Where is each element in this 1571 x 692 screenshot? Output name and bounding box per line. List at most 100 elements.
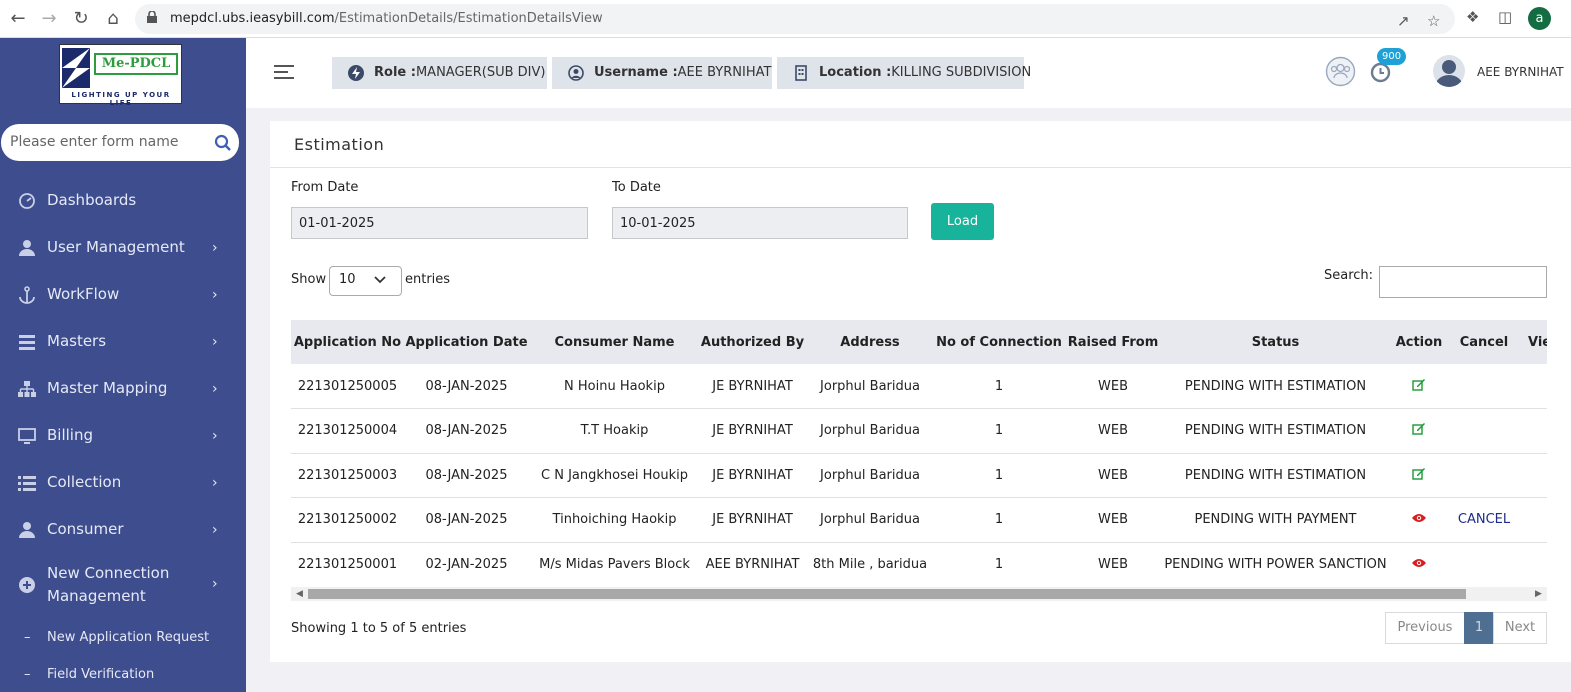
entries-select[interactable]: 10	[329, 266, 402, 296]
sidebar-item-collection[interactable]: Collection ›	[0, 463, 246, 503]
no-of-connection: 1	[935, 364, 1063, 409]
column-header[interactable]: Application Date	[404, 320, 529, 364]
scroll-left-icon[interactable]: ◀	[296, 587, 303, 601]
sidebar-item-consumer[interactable]: Consumer ›	[0, 510, 246, 550]
chevron-right-icon: ›	[212, 240, 218, 256]
pagination-page-1[interactable]: 1	[1464, 612, 1494, 644]
sidebar-item-label: User Management	[47, 238, 185, 256]
user-icon	[19, 522, 35, 538]
header-user-name[interactable]: AEE BYRNIHAT	[1477, 65, 1564, 79]
status: PENDING WITH ESTIMATION	[1163, 364, 1388, 409]
sidebar-item-masters[interactable]: Masters ›	[0, 322, 246, 362]
status: PENDING WITH POWER SANCTION	[1163, 542, 1388, 586]
logo-tagline: LIGHTING UP YOUR LIFE	[71, 91, 171, 107]
column-header[interactable]: Consumer Name	[529, 320, 700, 364]
divider	[270, 167, 1571, 168]
location-label: Location :	[819, 65, 892, 80]
load-button[interactable]: Load	[931, 203, 994, 240]
sidebar-item-user-management[interactable]: User Management ›	[0, 228, 246, 268]
side-panel-icon[interactable]: ◫	[1498, 8, 1512, 26]
address-bar[interactable]: mepdcl.ubs.ieasybill.com/EstimationDetai…	[135, 4, 1455, 34]
estimation-card: Estimation From Date To Date Load Show 1…	[270, 121, 1571, 662]
column-header[interactable]: Authorized By	[700, 320, 805, 364]
column-header[interactable]: Status	[1163, 320, 1388, 364]
form-search-input[interactable]	[10, 132, 200, 152]
sidebar-subitem-label: New Application Request	[47, 630, 210, 645]
column-header[interactable]: Application No	[291, 320, 404, 364]
share-icon[interactable]: ↗	[1397, 12, 1410, 30]
sidebar-item-billing[interactable]: Billing ›	[0, 416, 246, 456]
username-value: AEE BYRNIHAT	[677, 65, 772, 80]
address: 8th Mile , baridua	[805, 542, 935, 586]
pagination-next[interactable]: Next	[1493, 612, 1547, 644]
cancel-cell: CANCEL	[1450, 497, 1518, 543]
role-badge: Role :MANAGER(SUB DIV)	[332, 57, 547, 89]
authorized-by: AEE BYRNIHAT	[700, 542, 805, 586]
group-users-icon[interactable]	[1325, 56, 1356, 87]
browser-toolbar: ← → ↻ ⌂ mepdcl.ubs.ieasybill.com/Estimat…	[0, 0, 1571, 38]
table-row: 221301250001 02-JAN-2025 M/s Midas Paver…	[291, 542, 1547, 586]
cancel-link[interactable]: CANCEL	[1458, 512, 1510, 527]
sidebar-item-dashboards[interactable]: Dashboards	[0, 181, 246, 221]
username-label: Username :	[594, 65, 678, 80]
star-icon[interactable]: ☆	[1427, 12, 1440, 30]
action-cell	[1388, 364, 1450, 409]
table-info: Showing 1 to 5 of 5 entries	[291, 621, 467, 636]
column-header[interactable]: Cancel	[1450, 320, 1518, 364]
reload-icon[interactable]: ↻	[70, 8, 92, 30]
list-icon	[19, 335, 35, 350]
url-text: mepdcl.ubs.ieasybill.com/EstimationDetai…	[170, 11, 603, 26]
column-header[interactable]: No of Connection	[935, 320, 1063, 364]
url-host: mepdcl.ubs.ieasybill.com	[170, 11, 335, 26]
cancel-cell	[1450, 453, 1518, 498]
profile-avatar[interactable]: a	[1528, 7, 1551, 30]
sidebar-subitem-new-application-request[interactable]: – New Application Request	[0, 624, 246, 654]
clock-icon[interactable]	[1370, 62, 1391, 83]
search-icon[interactable]	[214, 134, 232, 152]
forward-icon[interactable]: →	[38, 8, 60, 30]
consumer-name: N Hoinu Haokip	[529, 364, 700, 409]
edit-icon[interactable]	[1412, 378, 1426, 391]
dashboard-icon	[19, 193, 35, 209]
eye-icon[interactable]	[1412, 558, 1426, 568]
view-cell	[1518, 497, 1547, 543]
horizontal-scrollbar[interactable]: ◀ ▶	[291, 587, 1547, 601]
view-cell	[1518, 364, 1547, 409]
back-icon[interactable]: ←	[7, 8, 29, 30]
user-avatar-icon	[1435, 60, 1463, 87]
no-of-connection: 1	[935, 542, 1063, 586]
table-search-input[interactable]	[1379, 266, 1547, 298]
sidebar-subitem-label: Field Verification	[47, 667, 155, 682]
sidebar-item-workflow[interactable]: WorkFlow ›	[0, 275, 246, 315]
edit-icon[interactable]	[1412, 422, 1426, 435]
application-no: 221301250005	[291, 364, 404, 409]
sidebar-subitem-field-verification[interactable]: – Field Verification	[0, 661, 246, 691]
column-header[interactable]: View	[1518, 320, 1547, 364]
raised-from: WEB	[1063, 364, 1163, 409]
home-icon[interactable]: ⌂	[102, 8, 124, 30]
eye-icon[interactable]	[1412, 513, 1426, 523]
edit-icon[interactable]	[1412, 467, 1426, 480]
scrollbar-thumb[interactable]	[308, 589, 1466, 599]
form-search	[1, 124, 239, 161]
avatar[interactable]	[1433, 55, 1465, 87]
top-header: Role :MANAGER(SUB DIV) Username :AEE BYR…	[246, 38, 1571, 108]
column-header[interactable]: Action	[1388, 320, 1450, 364]
table-row: 221301250003 08-JAN-2025 C N Jangkhosei …	[291, 453, 1547, 498]
dash-icon: –	[24, 667, 31, 682]
scroll-right-icon[interactable]: ▶	[1535, 587, 1542, 601]
sidebar-item-label: Masters	[47, 332, 107, 350]
extensions-icon[interactable]: ❖	[1466, 8, 1479, 26]
column-header[interactable]: Raised From	[1063, 320, 1163, 364]
from-date-input[interactable]	[291, 207, 588, 239]
address: Jorphul Baridua	[805, 453, 935, 498]
to-date-input[interactable]	[612, 207, 908, 239]
entries-label: entries	[405, 272, 451, 287]
sidebar-item-new-connection-management[interactable]: New Connection Management ›	[0, 558, 246, 610]
address: Jorphul Baridua	[805, 364, 935, 409]
sidebar-item-master-mapping[interactable]: Master Mapping ›	[0, 369, 246, 409]
hamburger-menu-icon[interactable]	[274, 64, 294, 80]
authorized-by: JE BYRNIHAT	[700, 497, 805, 543]
column-header[interactable]: Address	[805, 320, 935, 364]
pagination-previous[interactable]: Previous	[1385, 612, 1465, 644]
